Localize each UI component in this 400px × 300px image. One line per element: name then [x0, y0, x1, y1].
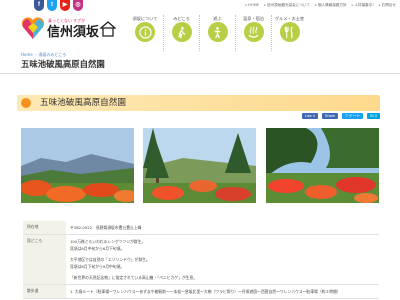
logo-name: 信州須坂: [47, 24, 100, 40]
info-table: 所在地 〒382-0022 長野県須坂市豊丘豊丘上峰 見どころ 100万株ともい…: [23, 221, 379, 299]
table-row: 所在地 〒382-0022 長野県須坂市豊丘豊丘上峰: [23, 221, 379, 235]
logo-catch: 乗っとくない すざか: [48, 17, 85, 23]
nav-label: 温泉・宿泊: [243, 16, 264, 21]
section-heading: 五味池破風高原自然園: [17, 95, 380, 111]
highlight-line: 「新世界の天然記念物」に指定されている高山植・「ペニヒカゲ」が生息。: [70, 275, 198, 280]
gourmet-icon: [279, 22, 300, 42]
play-icon: [207, 22, 228, 42]
hiking-icon: [171, 22, 192, 42]
highlight-line: 見頃は6月中旬から6月下旬頃。: [70, 246, 125, 251]
info-icon: [135, 22, 155, 42]
top-link-recruit[interactable]: 人材募集中!: [352, 3, 373, 8]
logo-mark: 乗っとくない すざか 信州須坂: [21, 17, 117, 40]
top-link-about[interactable]: 信州須坂観光協会について: [264, 3, 310, 8]
row-value: 1. 大鳥ルート（駐車場〜ワレンハウス〜あずまや着駅前〜一本松〜急坂北里〜大樹（…: [66, 284, 379, 299]
highlight-line: 見頃は8月下旬から9月中旬頃。: [70, 264, 125, 269]
nav-label: みどころ: [173, 16, 190, 21]
instagram-icon[interactable]: ◎: [73, 0, 83, 11]
nav-item-sights[interactable]: みどころ: [163, 15, 199, 51]
nav-item-about[interactable]: 須坂について: [127, 15, 163, 51]
breadcrumb-home[interactable]: Home: [21, 52, 33, 57]
facebook-icon[interactable]: f: [34, 0, 44, 11]
share-buttons: Like 4 Share ツイート B! 0: [301, 113, 380, 119]
nav-label: グルメ・お土産: [274, 16, 305, 21]
row-label: 所在地: [23, 221, 66, 235]
photo-mountain-azaleas[interactable]: [21, 128, 134, 203]
nav-label: 須坂について: [132, 16, 158, 21]
photo-trees-azaleas[interactable]: [143, 128, 256, 203]
top-link-contact[interactable]: お問合せ: [379, 3, 396, 8]
main-nav: 須坂について みどころ 遊ぶ 温泉・宿泊 グルメ・お土産: [127, 15, 307, 51]
table-row: 散歩道 1. 大鳥ルート（駐車場〜ワレンハウス〜あずまや着駅前〜一本松〜急坂北里…: [23, 284, 379, 299]
onsen-icon: [243, 22, 264, 42]
nav-item-onsen[interactable]: 温泉・宿泊: [235, 15, 271, 51]
highlight-line: 大平地区では自然の「エゾリンドウ」が群生。: [70, 257, 150, 262]
highlight-line: 100万株ともいわれるレンゲツツジが群生。: [70, 239, 146, 244]
bullet-icon: [21, 98, 31, 108]
top-links: HOME 信州須坂観光協会について 個人情報保護方針 人材募集中! お問合せ: [245, 3, 396, 8]
fb-like-button[interactable]: Like 4: [301, 113, 318, 119]
divider: [0, 73, 400, 74]
nav-label: 遊ぶ: [213, 16, 222, 21]
site-logo[interactable]: 乗っとくない すざか 信州須坂: [21, 14, 117, 41]
hatena-bookmark-button[interactable]: B! 0: [367, 113, 380, 119]
row-label: 散歩道: [23, 284, 66, 299]
nav-item-play[interactable]: 遊ぶ: [199, 15, 235, 51]
breadcrumb-current[interactable]: 須坂のみどころ: [38, 52, 66, 57]
top-link-privacy[interactable]: 個人情報保護方針: [315, 3, 347, 8]
page-title: 五味池破風高原自然園: [21, 59, 105, 69]
top-link-home[interactable]: HOME: [245, 3, 259, 8]
row-value: 100万株ともいわれるレンゲツツジが群生。 見頃は6月中旬から6月下旬頃。 大平…: [66, 234, 379, 285]
youtube-icon[interactable]: ▶: [60, 0, 70, 11]
route-text: 1. 大鳥ルート（駐車場〜ワレンハウス〜あずまや着駅前〜一本松〜急坂北里〜大樹（…: [70, 289, 341, 294]
row-value: 〒382-0022 長野県須坂市豊丘豊丘上峰: [66, 221, 379, 235]
nav-item-gourmet[interactable]: グルメ・お土産: [271, 15, 307, 51]
table-row: 見どころ 100万株ともいわれるレンゲツツジが群生。 見頃は6月中旬から6月下旬…: [23, 234, 379, 285]
section-title: 五味池破風高原自然園: [40, 98, 126, 108]
tweet-button[interactable]: ツイート: [342, 113, 364, 119]
photo-pine-azaleas[interactable]: [266, 128, 379, 203]
fb-share-button[interactable]: Share: [321, 113, 339, 119]
twitter-icon[interactable]: t: [47, 0, 57, 11]
social-links: f t ▶ ◎: [34, 0, 83, 11]
address-text: 〒382-0022 長野県須坂市豊丘豊丘上峰: [70, 225, 142, 230]
row-label: 見どころ: [23, 234, 66, 285]
